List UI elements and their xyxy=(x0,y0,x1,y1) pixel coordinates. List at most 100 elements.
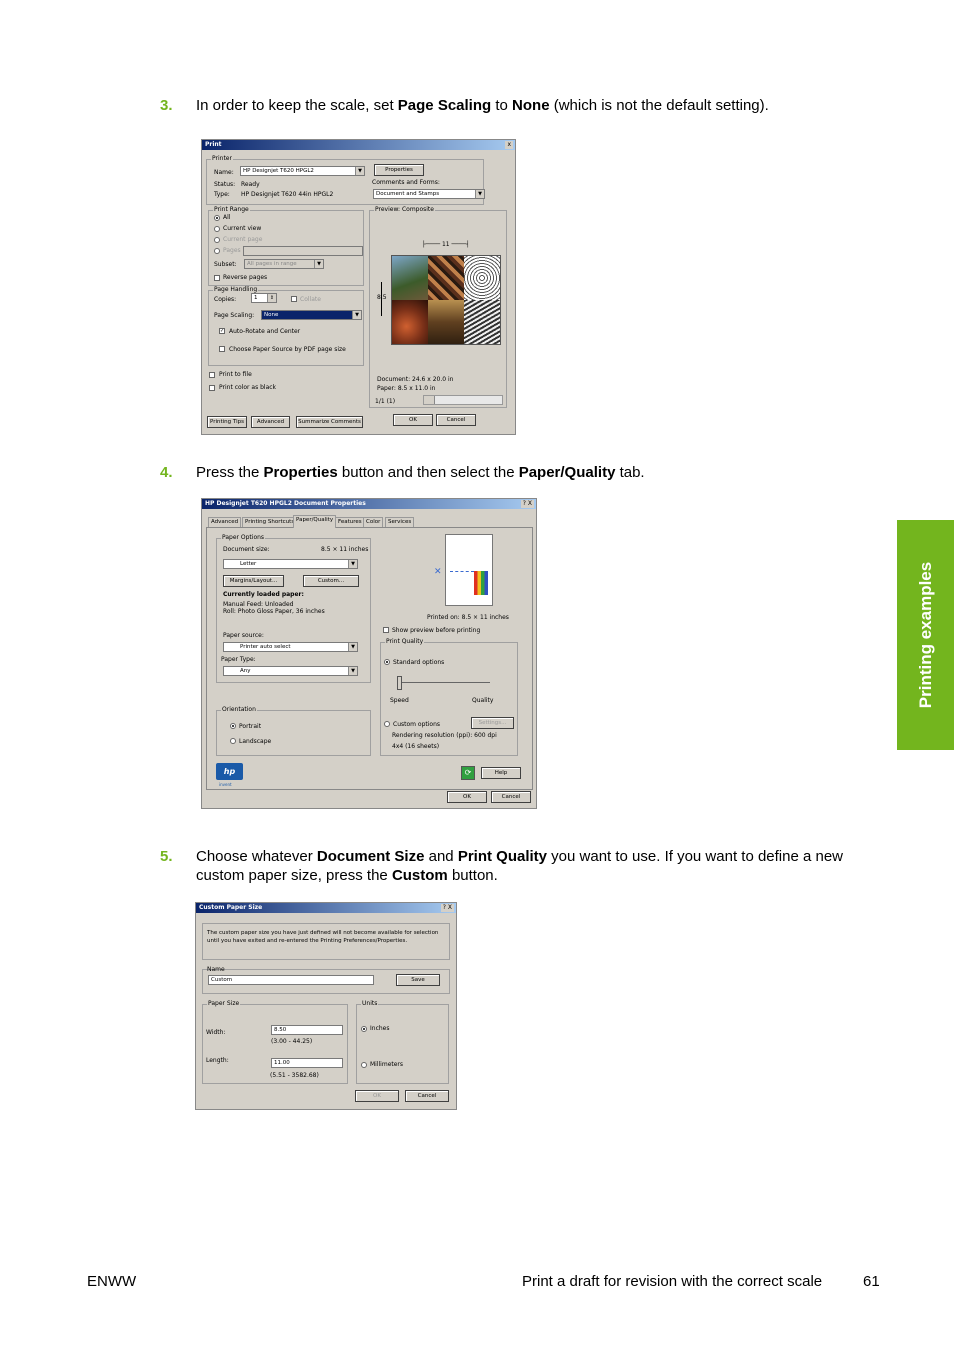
comments-select[interactable]: Document and Stamps ▼ xyxy=(373,189,485,199)
advanced-button[interactable]: Advanced xyxy=(251,416,290,428)
help-button[interactable]: Help xyxy=(481,767,521,779)
custom-options-label: Custom options xyxy=(393,721,440,728)
margins-layout-button[interactable]: Margins/Layout... xyxy=(223,575,284,587)
cancel-button[interactable]: Cancel xyxy=(436,414,476,426)
landscape-radio[interactable] xyxy=(230,738,236,744)
close-icon[interactable]: x xyxy=(505,141,513,149)
summarize-comments-button[interactable]: Summarize Comments xyxy=(296,416,363,428)
printed-on: Printed on: 8.5 × 11 inches xyxy=(427,614,509,621)
subset-select[interactable]: All pages in range ▼ xyxy=(244,259,324,269)
printer-name-select[interactable]: HP Designjet T620 HPGL2 ▼ xyxy=(240,166,365,176)
preview-image xyxy=(391,255,501,345)
chevron-down-icon: ▼ xyxy=(348,667,357,675)
paper-preview xyxy=(445,534,493,606)
custom-options-radio[interactable] xyxy=(384,721,390,727)
save-button[interactable]: Save xyxy=(396,974,440,986)
chevron-down-icon: ▼ xyxy=(355,167,364,175)
print-dialog: Print x Printer Name: HP Designjet T620 … xyxy=(201,139,516,435)
ok-button[interactable]: OK xyxy=(355,1090,399,1102)
tab-paper-quality[interactable]: Paper/Quality xyxy=(293,515,337,528)
loaded-paper-line-2: Roll: Photo Gloss Paper, 36 inches xyxy=(223,608,325,615)
paper-size: Paper: 8.5 x 11.0 in xyxy=(377,385,436,392)
paper-type-select[interactable]: Any ▼ xyxy=(223,666,358,676)
paper-source-label: Paper source: xyxy=(223,632,264,639)
width-input[interactable]: 8.50 xyxy=(271,1025,343,1035)
paper-source-checkbox[interactable] xyxy=(219,346,225,352)
auto-rotate-checkbox[interactable]: ✓ xyxy=(219,328,225,334)
type-value: HP Designjet T620 44in HPGL2 xyxy=(241,191,334,198)
refresh-icon[interactable]: ⟳ xyxy=(461,766,475,780)
properties-button[interactable]: Properties xyxy=(374,164,424,176)
preview-cut-icon: ✕ xyxy=(434,567,442,577)
height-dimension-line xyxy=(381,282,382,316)
page-scaling-select[interactable]: None ▼ xyxy=(261,310,362,320)
all-radio[interactable] xyxy=(214,215,220,221)
status-label: Status: xyxy=(214,181,236,188)
page-scrollbar[interactable] xyxy=(423,395,503,405)
step-number: 5. xyxy=(160,848,173,865)
pages-label: Pages xyxy=(223,247,241,254)
current-view-label: Current view xyxy=(223,225,262,232)
step-number: 3. xyxy=(160,97,173,114)
loaded-paper-label: Currently loaded paper: xyxy=(223,591,304,598)
copies-stepper[interactable]: 1 ⇕ xyxy=(251,293,277,303)
name-label: Name xyxy=(207,966,225,973)
chevron-down-icon: ▼ xyxy=(314,260,323,268)
page-count: 1/1 (1) xyxy=(375,398,396,405)
spinner-icon: ⇕ xyxy=(267,294,276,302)
document-properties-dialog: HP Designjet T620 HPGL2 Document Propert… xyxy=(201,498,537,809)
speed-label: Speed xyxy=(390,697,409,704)
custom-button[interactable]: Custom... xyxy=(303,575,359,587)
reverse-pages-label: Reverse pages xyxy=(223,274,268,281)
printing-tips-button[interactable]: Printing Tips xyxy=(207,416,247,428)
side-tab-label: Printing examples xyxy=(915,561,935,709)
pages-radio[interactable] xyxy=(214,248,220,254)
length-input[interactable]: 11.00 xyxy=(271,1058,343,1068)
step-text: Press the Properties button and then sel… xyxy=(196,464,645,481)
name-input[interactable]: Custom xyxy=(208,975,374,985)
current-page-radio[interactable] xyxy=(214,237,220,243)
portrait-radio[interactable] xyxy=(230,723,236,729)
sheets-count: 4x4 (16 sheets) xyxy=(392,743,440,750)
rendering-resolution: Rendering resolution (ppi): 600 dpi xyxy=(392,732,497,739)
units-group: Units xyxy=(356,1000,449,1084)
ok-button[interactable]: OK xyxy=(393,414,433,426)
document-size-label: Document size: xyxy=(223,546,270,553)
cancel-button[interactable]: Cancel xyxy=(491,791,531,803)
chevron-down-icon: ▼ xyxy=(348,643,357,651)
reverse-pages-checkbox[interactable] xyxy=(214,275,220,281)
page-number: 61 xyxy=(863,1273,880,1290)
print-color-checkbox[interactable] xyxy=(209,385,215,391)
show-preview-label: Show preview before printing xyxy=(392,627,481,634)
print-to-file-checkbox[interactable] xyxy=(209,372,215,378)
millimeters-radio[interactable] xyxy=(361,1062,367,1068)
landscape-label: Landscape xyxy=(239,738,272,745)
print-dialog-title: Print xyxy=(202,140,515,150)
length-range: (5.51 - 3582.68) xyxy=(270,1072,319,1079)
auto-rotate-label: Auto-Rotate and Center xyxy=(229,328,301,335)
help-close-icon[interactable]: ? X xyxy=(520,500,534,508)
pages-input[interactable] xyxy=(243,246,363,256)
ok-button[interactable]: OK xyxy=(447,791,487,803)
width-label: Width: xyxy=(206,1029,226,1036)
current-page-label: Current page xyxy=(223,236,263,243)
cancel-button[interactable]: Cancel xyxy=(405,1090,449,1102)
chevron-down-icon: ▼ xyxy=(352,311,361,319)
current-view-radio[interactable] xyxy=(214,226,220,232)
print-to-file-label: Print to file xyxy=(219,371,252,378)
portrait-label: Portrait xyxy=(239,723,262,730)
document-size: Document: 24.6 x 20.0 in xyxy=(377,376,454,383)
section-side-tab: Printing examples xyxy=(897,520,954,750)
hp-logo: hp xyxy=(216,763,243,780)
print-color-label: Print color as black xyxy=(219,384,277,391)
document-size-select[interactable]: Letter ▼ xyxy=(223,559,358,569)
quality-slider-thumb[interactable] xyxy=(397,676,402,690)
help-close-icon[interactable]: ? X xyxy=(440,904,454,912)
settings-button[interactable]: Settings... xyxy=(471,717,514,729)
paper-source-select[interactable]: Printer auto select ▼ xyxy=(223,642,358,652)
quality-slider[interactable] xyxy=(398,682,490,683)
collate-checkbox[interactable] xyxy=(291,296,297,302)
inches-radio[interactable] xyxy=(361,1026,367,1032)
standard-options-radio[interactable] xyxy=(384,659,390,665)
show-preview-checkbox[interactable] xyxy=(383,627,389,633)
